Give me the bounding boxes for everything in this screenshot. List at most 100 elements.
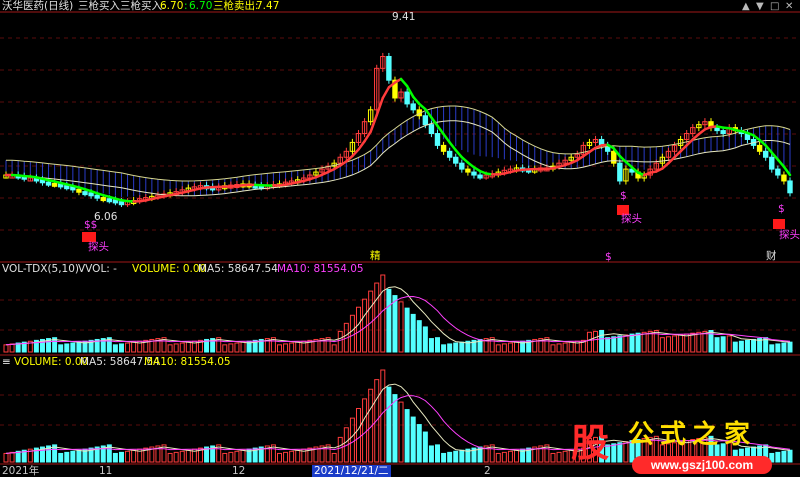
vol-tdx-bar <box>514 341 520 353</box>
vol-tdx-bar <box>623 334 629 353</box>
volume-bar <box>447 451 453 463</box>
ma5-segment <box>351 148 360 158</box>
vol-tdx-bar <box>720 336 726 353</box>
ma5-segment <box>399 77 409 88</box>
date-2: 2 <box>484 465 491 477</box>
vol-tdx-bar <box>179 342 185 353</box>
vol-tdx-bar <box>112 344 118 353</box>
vol-tdx-bar <box>392 295 398 353</box>
volume-bar <box>398 401 404 463</box>
vol-tdx-bar <box>690 332 696 353</box>
marker-dollar2: $$ <box>84 219 98 231</box>
ma5-segment <box>782 165 792 177</box>
vol-tdx-bar <box>289 342 295 353</box>
volume-ma10: MA10: 81554.05 <box>144 356 231 368</box>
vol-tdx-bar <box>501 343 507 353</box>
candle-body <box>386 55 392 81</box>
val2-prefix: : <box>184 0 188 12</box>
candle-body <box>64 185 70 190</box>
cai-marker: 财 <box>766 250 777 262</box>
volume-bar <box>775 451 781 463</box>
ma-lines <box>4 77 792 203</box>
ma5-segment <box>369 113 378 134</box>
candle-body <box>756 144 763 152</box>
vol-tdx-bar <box>593 330 599 353</box>
volume-bar <box>514 449 520 463</box>
volume-bar <box>58 452 64 463</box>
arrow-down-icon[interactable]: ▼ <box>756 1 764 12</box>
candle-body <box>459 162 465 170</box>
vol-tdx-bar <box>641 331 647 353</box>
vol-tdx-bar <box>781 342 787 353</box>
vol-tdx-bar <box>64 343 70 353</box>
ma5-segment <box>448 141 457 152</box>
volume-bar <box>422 431 428 463</box>
volume-bar <box>64 451 70 463</box>
volume-bar <box>495 452 501 463</box>
candle-body <box>112 199 119 204</box>
candle-body <box>446 150 453 158</box>
candle-body <box>76 188 82 193</box>
date-cursor: 2021/12/21/二 <box>312 465 391 477</box>
vol-tdx-bar <box>380 274 386 353</box>
volume-bar <box>459 449 465 463</box>
candle-body <box>410 103 416 111</box>
candle-body <box>440 144 447 152</box>
candle-body <box>787 180 793 194</box>
voltdx-vvol: VVOL: - <box>78 263 117 275</box>
volume-bar <box>410 416 416 463</box>
volume-bar <box>240 449 246 463</box>
candle-body <box>775 168 781 176</box>
volume-bar <box>416 424 422 463</box>
arrow-up-icon[interactable]: ▲ <box>742 1 750 12</box>
ma5-segment <box>442 132 451 144</box>
ma5-segment <box>436 124 445 136</box>
vol-tdx-bar <box>562 342 568 353</box>
vol-tdx-bar <box>665 336 671 353</box>
vol-tdx-bar <box>586 331 592 353</box>
vol-tdx-bar <box>769 344 775 353</box>
vol-tdx-bar <box>185 341 191 353</box>
marker-dollar-3: $ <box>778 203 785 215</box>
volume-bar <box>3 452 9 463</box>
vol-tdx-bar <box>726 335 732 353</box>
candle-body <box>88 192 94 197</box>
candle-body <box>94 194 100 199</box>
vol-tdx-bar <box>684 333 690 353</box>
volume-bar <box>283 451 289 463</box>
vol-tdx-bar <box>441 344 447 353</box>
close-icon[interactable]: ✕ <box>785 1 793 12</box>
vol-tdx-bar <box>617 335 623 353</box>
candle-body <box>106 198 113 203</box>
val2-value: 6.70 <box>189 0 213 12</box>
vol-tdx-bar <box>459 341 465 353</box>
candle-body <box>118 201 125 206</box>
volume-bar <box>550 452 556 463</box>
vol-tdx-bar <box>556 343 562 353</box>
vol-tdx-bar <box>58 344 64 353</box>
volume-bar <box>404 409 410 463</box>
candle-body <box>434 133 441 146</box>
ma5-segment <box>454 148 464 159</box>
buy-value: 6.70 <box>160 0 184 12</box>
marker-dollar: $ <box>620 190 627 202</box>
kline-chart <box>0 11 800 465</box>
vol-tdx-bar <box>605 337 611 353</box>
vol-tdx-bar <box>696 331 702 353</box>
vol-header-icon: ≡ <box>2 356 11 368</box>
volume-bar <box>167 452 173 463</box>
voltdx-volume: VOLUME: 0.00 <box>132 263 207 275</box>
volume-bar <box>234 450 240 463</box>
vol-tdx-bar <box>447 343 453 353</box>
vol-tdx-bar <box>647 330 653 353</box>
vol-tdx-bar <box>738 340 744 353</box>
vol-tdx-bar <box>672 335 678 353</box>
maximize-icon[interactable]: □ <box>770 1 779 12</box>
volume-bar <box>173 451 179 463</box>
volume-bar <box>131 449 137 463</box>
volume-bar <box>392 394 398 463</box>
candle-body <box>769 156 775 170</box>
volume-bar <box>331 452 337 463</box>
vol-tdx-bar <box>611 336 617 353</box>
volume-bar <box>179 450 185 463</box>
